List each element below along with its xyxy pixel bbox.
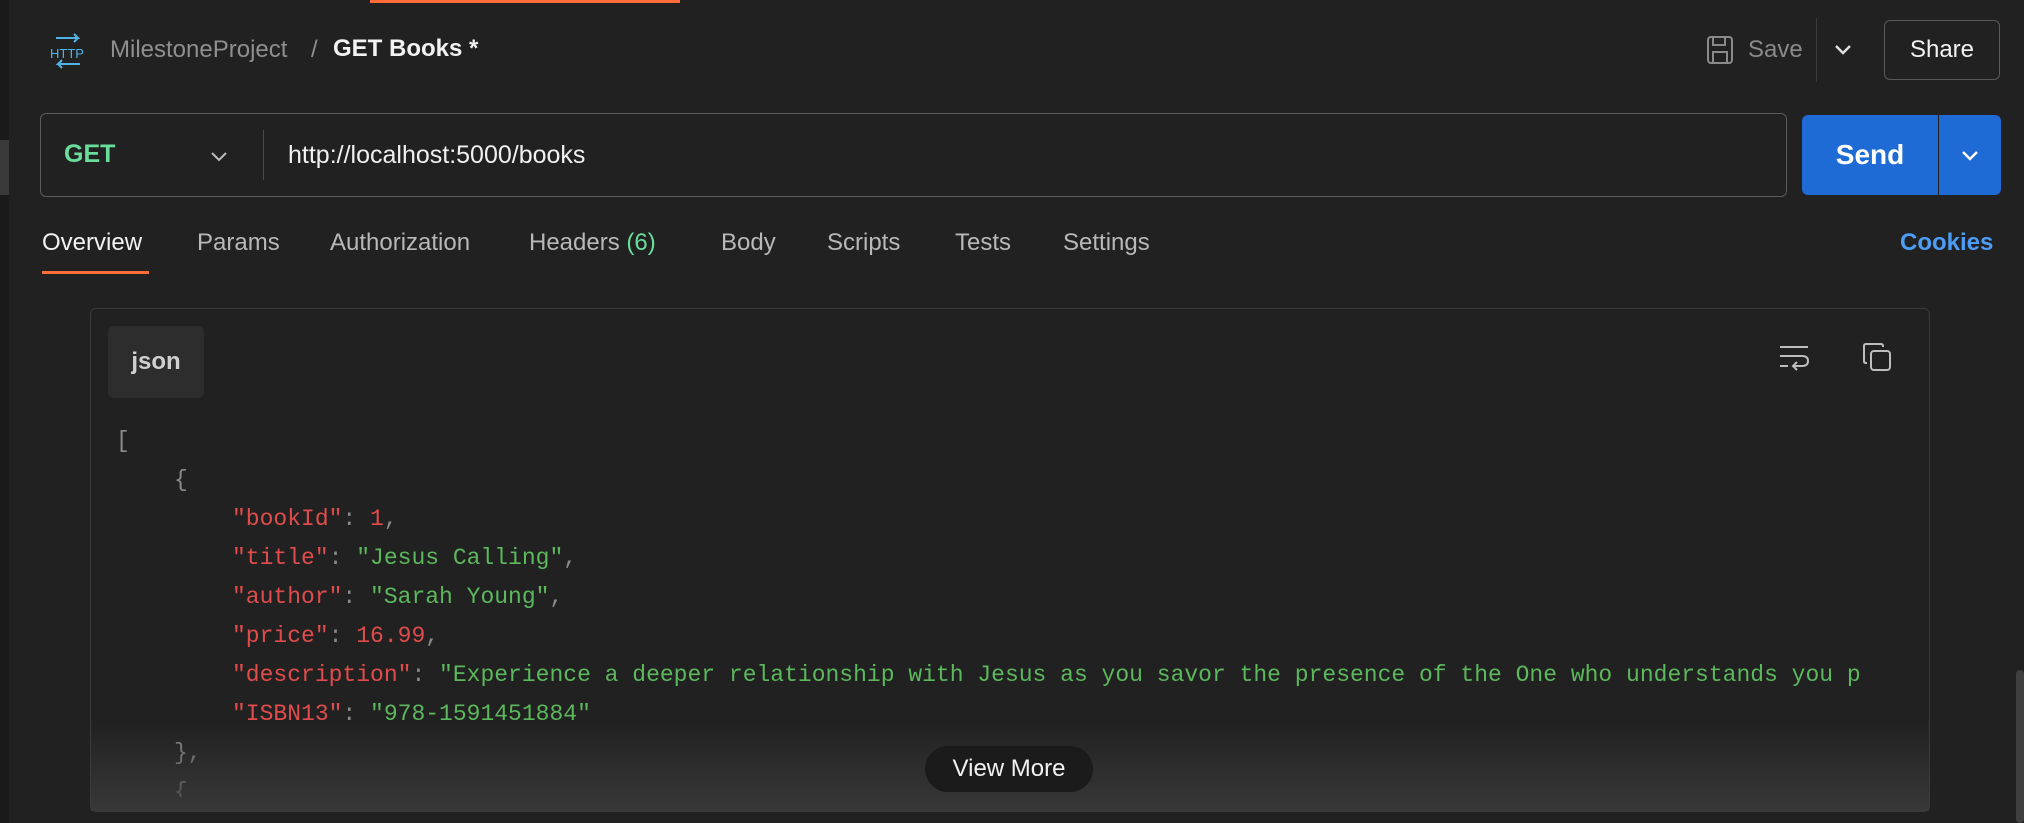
json-value: "Sarah Young" (370, 584, 550, 610)
request-title[interactable]: GET Books * (333, 35, 478, 63)
tab-headers-label: Headers (529, 229, 620, 256)
divider (263, 130, 264, 180)
wrap-lines-icon[interactable] (1778, 342, 1810, 372)
json-value: 16.99 (356, 623, 426, 649)
send-button[interactable]: Send (1802, 115, 1938, 195)
json-key: "price" (232, 623, 329, 649)
json-key: "title" (232, 545, 329, 571)
svg-text:HTTP: HTTP (50, 46, 84, 61)
breadcrumb-collection[interactable]: MilestoneProject (110, 36, 287, 64)
http-icon: HTTP (50, 33, 84, 69)
headers-count-badge: (6) (626, 229, 656, 256)
method-select[interactable]: GET (64, 140, 115, 169)
json-key: "bookId" (232, 506, 343, 532)
tab-overview[interactable]: Overview (42, 229, 142, 257)
save-button[interactable]: Save (1748, 36, 1803, 64)
json-value: "Jesus Calling" (356, 545, 564, 571)
json-bracket: [ (116, 428, 130, 454)
chevron-down-icon (1962, 151, 1978, 161)
tab-authorization[interactable]: Authorization (330, 229, 470, 257)
breadcrumb-separator: / (311, 36, 318, 63)
tab-settings[interactable]: Settings (1063, 229, 1150, 257)
tab-scripts[interactable]: Scripts (827, 229, 900, 257)
tab-body[interactable]: Body (721, 229, 776, 257)
json-brace: { (174, 467, 188, 493)
json-key: "author" (232, 584, 343, 610)
divider (1816, 18, 1817, 82)
copy-icon[interactable] (1862, 342, 1892, 372)
scrollbar-thumb[interactable] (2016, 670, 2024, 823)
cookies-link[interactable]: Cookies (1900, 229, 1993, 257)
tab-tests[interactable]: Tests (955, 229, 1011, 257)
tab-headers[interactable]: Headers (6) (529, 229, 656, 257)
language-badge[interactable]: json (108, 326, 204, 398)
json-value: 1 (370, 506, 384, 532)
json-value: "Experience a deeper relationship with J… (439, 662, 1861, 688)
left-sidebar-edge (0, 0, 9, 823)
json-key: "description" (232, 662, 412, 688)
sidebar-resize-handle[interactable] (0, 140, 9, 195)
view-more-button[interactable]: View More (925, 746, 1093, 792)
chevron-down-icon[interactable] (1832, 38, 1854, 60)
request-header: HTTP MilestoneProject / GET Books * Save… (0, 0, 2024, 100)
share-button[interactable]: Share (1884, 20, 2000, 80)
send-options-button[interactable] (1939, 115, 2001, 195)
chevron-down-icon[interactable] (208, 145, 230, 167)
save-icon[interactable] (1706, 35, 1734, 65)
url-input[interactable] (288, 134, 1768, 176)
active-tab-underline (42, 271, 149, 274)
tab-params[interactable]: Params (197, 229, 280, 257)
